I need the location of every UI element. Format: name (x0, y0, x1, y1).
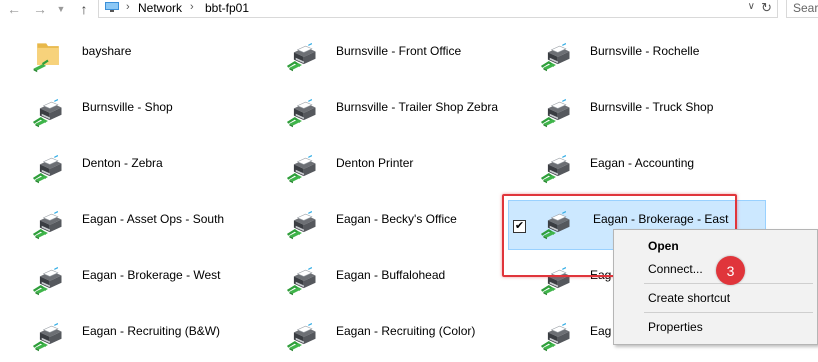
shared-folder-icon (32, 42, 60, 74)
item-label: bayshare (82, 44, 132, 58)
up-arrow-icon[interactable]: ↑ (75, 1, 93, 17)
recent-locations-chevron-icon[interactable]: ▼ (52, 1, 70, 17)
printer-item[interactable]: Eagan - Recruiting (Color) (284, 318, 504, 362)
printer-icon (540, 153, 571, 185)
forward-arrow-icon[interactable]: → (31, 1, 49, 17)
printer-item[interactable]: Eagan - Buffalohead (284, 262, 504, 306)
breadcrumb-network[interactable]: Network (138, 1, 182, 15)
printer-icon (286, 41, 317, 73)
printer-item[interactable]: Burnsville - Rochelle (538, 38, 758, 82)
printer-icon (32, 209, 63, 241)
address-dropdown-chevron-icon[interactable]: ∨ (748, 1, 755, 12)
printer-icon (286, 321, 317, 353)
item-label: Eag (590, 324, 612, 338)
item-label: Burnsville - Front Office (336, 44, 462, 58)
item-label: Eagan - Brokerage - West (82, 268, 221, 282)
printer-item[interactable]: Eagan - Asset Ops - South (30, 206, 250, 250)
breadcrumb-separator-icon: › (126, 1, 130, 13)
share-item-bayshare[interactable]: bayshare (30, 38, 230, 82)
item-label: Eagan - Asset Ops - South (82, 212, 225, 226)
item-label: Burnsville - Shop (82, 100, 173, 114)
item-label: Eagan - Accounting (590, 156, 695, 170)
search-input[interactable]: Sear (786, 0, 818, 18)
menu-item-open[interactable]: Open (648, 239, 679, 253)
printer-icon (32, 265, 63, 297)
network-computer-icon (105, 2, 119, 12)
printer-icon (32, 321, 63, 353)
printer-icon (540, 321, 571, 353)
back-arrow-icon[interactable]: ← (5, 1, 23, 17)
printer-item[interactable]: Burnsville - Front Office (284, 38, 504, 82)
printer-icon (540, 41, 571, 73)
printer-icon (286, 153, 317, 185)
printer-item[interactable]: Eagan - Brokerage - West (30, 262, 250, 306)
navigation-bar: ← → ▼ ↑ › Network › bbt-fp01 ∨ ↻ Sear (0, 0, 818, 19)
address-bar[interactable]: › Network › bbt-fp01 ∨ ↻ (98, 0, 778, 18)
printer-icon (32, 97, 63, 129)
printer-item[interactable]: Eagan - Accounting (538, 150, 758, 194)
item-label: Eagan - Becky's Office (336, 212, 457, 226)
item-label: Denton Printer (336, 156, 414, 170)
printer-item[interactable]: Burnsville - Shop (30, 94, 250, 138)
printer-icon (286, 97, 317, 129)
menu-item-properties[interactable]: Properties (648, 320, 703, 334)
search-placeholder: Sear (793, 1, 818, 15)
printer-item[interactable]: Burnsville - Trailer Shop Zebra (284, 94, 504, 138)
item-label: Eagan - Buffalohead (336, 268, 446, 282)
item-label: Burnsville - Trailer Shop Zebra (336, 100, 499, 114)
printer-item[interactable]: Eagan - Becky's Office (284, 206, 504, 250)
item-label: Burnsville - Rochelle (590, 44, 700, 58)
context-menu: Open Connect... Create shortcut Properti… (613, 229, 818, 345)
printer-icon (32, 153, 63, 185)
printer-icon (540, 97, 571, 129)
refresh-icon[interactable]: ↻ (761, 0, 772, 16)
menu-item-create-shortcut[interactable]: Create shortcut (648, 291, 730, 305)
step-number-badge: 3 (716, 256, 745, 285)
item-label: Denton - Zebra (82, 156, 163, 170)
breadcrumb-bbt-fp01[interactable]: bbt-fp01 (205, 1, 249, 15)
printer-icon (286, 265, 317, 297)
breadcrumb-separator-icon: › (190, 1, 194, 13)
printer-item[interactable]: Eag (538, 318, 618, 362)
printer-item[interactable]: Burnsville - Truck Shop (538, 94, 758, 138)
printer-item[interactable]: Denton - Zebra (30, 150, 250, 194)
item-label: Eagan - Recruiting (B&W) (82, 324, 221, 338)
printer-item[interactable]: Denton Printer (284, 150, 504, 194)
item-label: Eagan - Recruiting (Color) (336, 324, 476, 338)
menu-separator (644, 312, 813, 313)
printer-icon (286, 209, 317, 241)
item-label: Burnsville - Truck Shop (590, 100, 714, 114)
menu-item-connect[interactable]: Connect... (648, 262, 703, 276)
printer-item[interactable]: Eagan - Recruiting (B&W) (30, 318, 250, 362)
